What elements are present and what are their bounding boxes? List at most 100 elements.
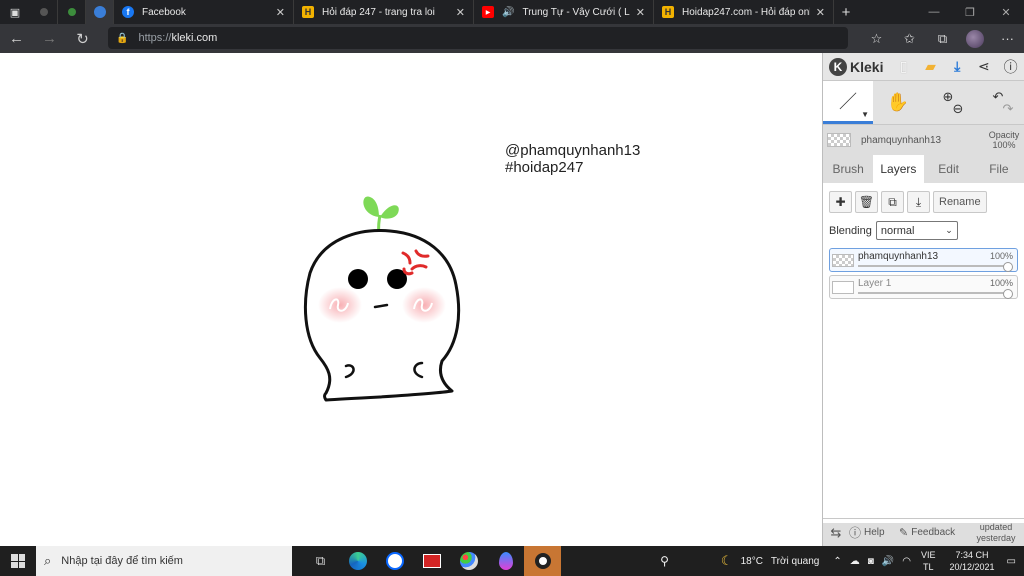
tab-title: Facebook	[142, 6, 186, 18]
camera-tray-icon[interactable]: ◙	[868, 556, 874, 567]
tab-actions-icon[interactable]: ▣	[0, 0, 30, 24]
brush-tool[interactable]: ／ ▼	[823, 81, 873, 124]
collections-icon[interactable]: ⧉	[926, 31, 959, 47]
zoom-in-icon[interactable]: ⊕	[943, 90, 954, 103]
tool-bar: ／ ▼ ✋ ⊕ ⊖ ↶ ↷	[823, 81, 1024, 125]
favorites-icon[interactable]: ✩	[893, 31, 926, 47]
tab-youtube[interactable]: ▶ 🔊 Trung Tự - Vây Cưới ( Lofi Ve ✕	[474, 0, 654, 24]
tab-brush[interactable]: Brush	[823, 155, 873, 183]
paint-app[interactable]	[450, 546, 487, 576]
share-icon[interactable]: ⋖	[971, 58, 998, 75]
hand-tool[interactable]: ✋	[873, 81, 923, 124]
canvas-text: @phamquynhanh13 #hoidap247	[505, 142, 640, 176]
panel-tabs: Brush Layers Edit File	[823, 155, 1024, 183]
delete-layer-button[interactable]: 🗑	[855, 191, 878, 213]
facebook-icon: f	[122, 6, 134, 18]
start-button[interactable]	[0, 546, 36, 576]
minimize-icon[interactable]: —	[916, 0, 952, 24]
tab-file[interactable]: File	[974, 155, 1024, 183]
layer-item[interactable]: phamquynhanh13 100%	[829, 248, 1018, 272]
kleki-logo[interactable]: K Kleki	[823, 57, 890, 76]
back-button[interactable]: ←	[0, 24, 33, 53]
zoom-out-icon[interactable]: ⊖	[953, 102, 964, 115]
more-menu-icon[interactable]: ···	[991, 31, 1024, 46]
people-icon[interactable]: ⚲	[660, 554, 669, 568]
url-scheme: https://	[138, 32, 172, 44]
tab-hoidap247-com[interactable]: H Hoidap247.com - Hỏi đáp online ✕	[654, 0, 834, 24]
taskbar-search[interactable]: ⌕ Nhập tại đây để tìm kiếm	[36, 546, 292, 576]
feedback-link[interactable]: ✎ Feedback	[899, 526, 971, 539]
weather-temp[interactable]: 18°C	[741, 556, 763, 567]
hoidap-icon: H	[302, 6, 314, 18]
avatar[interactable]	[966, 29, 984, 48]
volume-icon[interactable]: 🔊	[882, 556, 894, 567]
hoidap-icon: H	[662, 6, 674, 18]
tab-layers[interactable]: Layers	[873, 155, 924, 183]
current-layer-info: phamquynhanh13 Opacity 100%	[823, 125, 1024, 155]
edge-app[interactable]	[339, 546, 376, 576]
duplicate-layer-button[interactable]: ⧉	[881, 191, 904, 213]
tab-facebook[interactable]: f Facebook ✕	[114, 0, 294, 24]
tab-hoidap-247[interactable]: H Hỏi đáp 247 - trang tra loi ✕	[294, 0, 474, 24]
wifi-icon[interactable]: ◠	[902, 556, 911, 567]
close-icon[interactable]: ✕	[816, 6, 825, 19]
close-icon[interactable]: ✕	[456, 6, 465, 19]
new-image-icon[interactable]: ▯	[890, 58, 917, 75]
hand-icon: ✋	[886, 92, 910, 112]
redo-icon[interactable]: ↷	[1003, 102, 1014, 115]
feedback-label: Feedback	[911, 527, 956, 538]
clock[interactable]: 7:34 CH 20/12/2021	[950, 549, 995, 573]
task-view-button[interactable]: ⧉	[302, 546, 339, 576]
news-app[interactable]	[413, 546, 450, 576]
chevron-down-icon[interactable]: ▼	[861, 110, 869, 119]
url-host: kleki.com	[171, 32, 218, 44]
news-icon	[422, 554, 441, 568]
layer-opacity-slider[interactable]	[858, 262, 1013, 272]
system-tray: ⚲ ☾ 18°C Trời quang ⌃ ☁ ◙ 🔊 ◠ VIE TL 7:3…	[656, 546, 1024, 576]
drop-app[interactable]	[487, 546, 524, 576]
layer-opacity-slider[interactable]	[858, 289, 1013, 299]
close-window-icon[interactable]: ✕	[988, 0, 1024, 24]
camera-app[interactable]	[524, 546, 561, 576]
pinned-tab-icon	[67, 8, 76, 16]
drawing-canvas[interactable]: @phamquynhanh13 #hoidap247	[0, 53, 822, 546]
blending-select[interactable]: normal ⌄	[875, 221, 958, 240]
youtube-icon: ▶	[482, 6, 494, 18]
lock-icon[interactable]: 🔒	[116, 33, 128, 44]
tab-edit[interactable]: Edit	[924, 155, 974, 183]
download-icon[interactable]: ⤓	[944, 58, 971, 75]
history-tool: ↶ ↷	[973, 81, 1023, 124]
feedback-icon: ✎	[899, 527, 909, 539]
layer-item[interactable]: Layer 1 100%	[829, 275, 1018, 299]
refresh-button[interactable]: ↻	[66, 24, 99, 53]
close-icon[interactable]: ✕	[276, 6, 285, 19]
merge-layer-button[interactable]: ⤓	[907, 191, 930, 213]
zalo-app[interactable]	[376, 546, 413, 576]
undo-icon[interactable]: ↶	[993, 90, 1004, 103]
add-favorite-icon[interactable]: ☆	[860, 31, 893, 47]
address-bar[interactable]: 🔒 https:// kleki.com	[108, 27, 848, 49]
help-link[interactable]: ⓘ Help	[849, 524, 899, 541]
pinned-tab-1[interactable]	[30, 0, 58, 24]
swap-side-icon[interactable]: ⇆	[823, 525, 849, 541]
weather-text[interactable]: Trời quang	[771, 556, 819, 567]
pinned-tab-3[interactable]	[86, 0, 114, 24]
open-folder-icon[interactable]: ▰	[917, 58, 944, 75]
new-tab-button[interactable]: +	[834, 0, 858, 24]
restore-icon[interactable]: ❐	[952, 0, 988, 24]
notifications-icon[interactable]: ▭	[1007, 556, 1016, 567]
close-icon[interactable]: ✕	[636, 6, 645, 19]
weather-icon[interactable]: ☾	[721, 553, 733, 569]
speaker-icon[interactable]: 🔊	[502, 7, 514, 18]
language-indicator[interactable]: VIE TL	[921, 549, 936, 573]
updated-link[interactable]: updated yesterday	[971, 522, 1021, 544]
help-icon[interactable]: ⓘ	[997, 57, 1024, 77]
add-layer-button[interactable]: ✚	[829, 191, 852, 213]
chevron-up-icon[interactable]: ⌃	[833, 556, 841, 567]
ghost-drawing	[303, 196, 461, 402]
forward-button[interactable]: →	[33, 24, 66, 53]
pinned-tab-2[interactable]	[58, 0, 86, 24]
rename-layer-button[interactable]: Rename	[933, 191, 987, 213]
current-layer-name: phamquynhanh13	[861, 134, 942, 146]
cloud-icon[interactable]: ☁	[850, 556, 860, 567]
